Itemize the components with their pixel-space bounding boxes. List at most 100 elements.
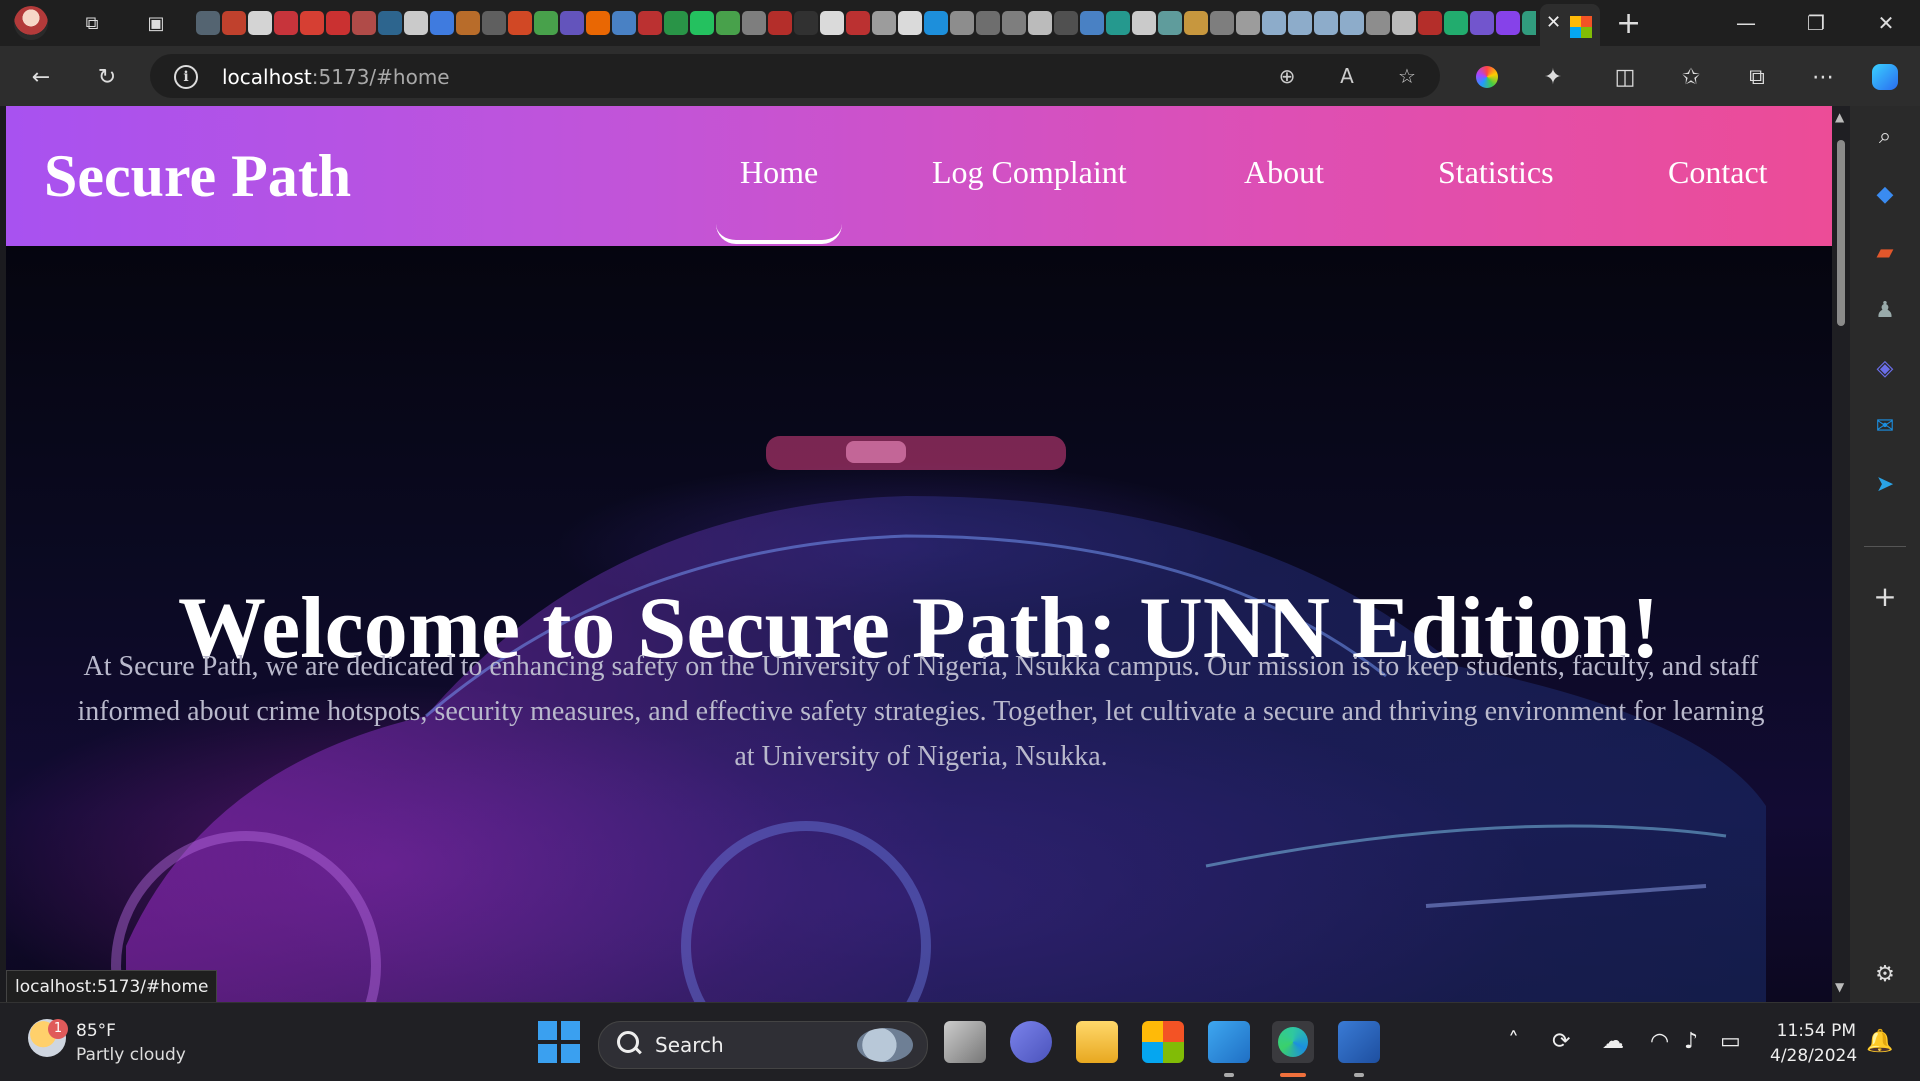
tab-favicon-icon[interactable] [482,11,506,35]
tab-favicon-icon[interactable] [976,11,1000,35]
scroll-up-icon[interactable]: ▲ [1835,110,1844,124]
nav-log-complaint[interactable]: Log Complaint [932,154,1127,191]
tab-favicon-icon[interactable] [950,11,974,35]
zoom-icon[interactable]: ⊕ [1274,63,1300,89]
tab-favicon-icon[interactable] [1522,11,1536,35]
start-button[interactable] [538,1021,580,1063]
clock-time[interactable]: 11:54 PM [1776,1021,1856,1041]
notifications-icon[interactable]: 🔔 [1866,1029,1893,1054]
weather-temperature[interactable]: 85°F [76,1021,116,1041]
tab-favicon-icon[interactable] [768,11,792,35]
nav-home[interactable]: Home [740,154,818,191]
sidebar-copilot-icon[interactable]: ◈ [1869,352,1901,384]
teams-icon[interactable] [1010,1021,1052,1063]
favorite-star-icon[interactable]: ☆ [1394,63,1420,89]
tab-favicon-icon[interactable] [1392,11,1416,35]
tab-favicon-icon[interactable] [456,11,480,35]
split-screen-icon[interactable]: ◫ [1608,60,1642,94]
nav-contact[interactable]: Contact [1668,154,1768,191]
tab-favicon-icon[interactable] [430,11,454,35]
tab-favicon-icon[interactable] [872,11,896,35]
wifi-icon[interactable]: ◠ [1650,1029,1669,1054]
site-info-icon[interactable]: i [174,65,198,89]
copilot-icon[interactable] [1868,60,1902,94]
tab-favicon-icon[interactable] [534,11,558,35]
tab-favicon-icon[interactable] [274,11,298,35]
tab-favicon-icon[interactable] [1054,11,1078,35]
weather-description[interactable]: Partly cloudy [76,1045,186,1065]
tab-favicon-icon[interactable] [326,11,350,35]
sidebar-search-icon[interactable]: ⌕ [1869,120,1901,152]
taskbar-search[interactable]: Search [598,1021,928,1069]
microsoft-store-icon[interactable] [1142,1021,1184,1063]
file-explorer-icon[interactable] [1076,1021,1118,1063]
tab-favicon-icon[interactable] [1028,11,1052,35]
tab-favicon-icon[interactable] [1366,11,1390,35]
tab-favicon-icon[interactable] [404,11,428,35]
restore-button[interactable]: ❐ [1786,6,1846,40]
tab-favicon-icon[interactable] [1002,11,1026,35]
edge-taskbar-slot[interactable] [1272,1021,1314,1063]
address-url[interactable]: localhost:5173/#home [222,65,450,89]
tab-favicon-icon[interactable] [846,11,870,35]
collections-icon[interactable]: ⧉ [1740,60,1774,94]
tab-favicon-icon[interactable] [1496,11,1520,35]
tab-favicon-icon[interactable] [1158,11,1182,35]
tab-favicon-icon[interactable] [716,11,740,35]
tab-favicon-icon[interactable] [1418,11,1442,35]
active-tab[interactable]: ✕ [1540,4,1600,46]
tab-favicon-icon[interactable] [1184,11,1208,35]
extensions-icon[interactable]: ✦ [1536,60,1570,94]
tab-favicon-icon[interactable] [1470,11,1494,35]
tab-favicon-icon[interactable] [352,11,376,35]
scrollbar-thumb[interactable] [1837,140,1845,326]
tab-favicon-icon[interactable] [1262,11,1286,35]
site-brand[interactable]: Secure Path [44,142,351,211]
tray-overflow-icon[interactable]: ˄ [1508,1029,1519,1054]
close-tab-icon[interactable]: ✕ [1546,12,1561,33]
tab-favicon-icon[interactable] [820,11,844,35]
tab-favicon-icon[interactable] [612,11,636,35]
word-icon[interactable] [1338,1021,1380,1063]
tab-favicon-icon[interactable] [300,11,324,35]
back-button[interactable]: ← [24,60,58,94]
tab-favicon-icon[interactable] [1210,11,1234,35]
clock-date[interactable]: 4/28/2024 [1770,1046,1857,1066]
tab-favicon-icon[interactable] [638,11,662,35]
vscode-icon[interactable] [1208,1021,1250,1063]
page-scrollbar[interactable]: ▲ ▼ [1832,106,1850,1002]
task-view-icon[interactable] [944,1021,986,1063]
battery-icon[interactable]: ▭ [1720,1029,1741,1054]
refresh-button[interactable]: ↻ [90,60,124,94]
tab-favicon-icon[interactable] [1132,11,1156,35]
tab-favicon-icon[interactable] [586,11,610,35]
settings-more-icon[interactable]: ⋯ [1806,60,1840,94]
read-aloud-icon[interactable]: A [1334,63,1360,89]
tab-favicon-icon[interactable] [248,11,272,35]
tab-favicon-icon[interactable] [1080,11,1104,35]
tab-favicon-icon[interactable] [1288,11,1312,35]
sidebar-settings-icon[interactable]: ⚙ [1869,958,1901,990]
sidebar-tools-icon[interactable]: ▰ [1869,236,1901,268]
tab-favicon-icon[interactable] [196,11,220,35]
tab-favicon-icon[interactable] [1236,11,1260,35]
minimize-button[interactable]: — [1716,6,1776,40]
tab-favicon-icon[interactable] [742,11,766,35]
tab-favicon-icon[interactable] [222,11,246,35]
close-window-button[interactable]: ✕ [1856,6,1916,40]
sidebar-shopping-icon[interactable]: ◆ [1869,178,1901,210]
sidebar-telegram-icon[interactable]: ➤ [1869,468,1901,500]
scroll-down-icon[interactable]: ▼ [1835,980,1844,994]
new-tab-button[interactable]: + [1616,6,1641,41]
tab-favicon-icon[interactable] [794,11,818,35]
tab-favicon-icon[interactable] [664,11,688,35]
sidebar-outlook-icon[interactable]: ✉ [1869,410,1901,442]
sidebar-add-icon[interactable]: + [1869,580,1901,613]
sidebar-games-icon[interactable]: ♟ [1869,294,1901,326]
tab-actions-icon[interactable]: ▣ [142,9,170,37]
tab-favicon-icon[interactable] [924,11,948,35]
tab-favicon-icon[interactable] [690,11,714,35]
tab-favicon-icon[interactable] [560,11,584,35]
volume-icon[interactable]: ♪ [1684,1029,1698,1054]
favorites-icon[interactable]: ✩ [1674,60,1708,94]
